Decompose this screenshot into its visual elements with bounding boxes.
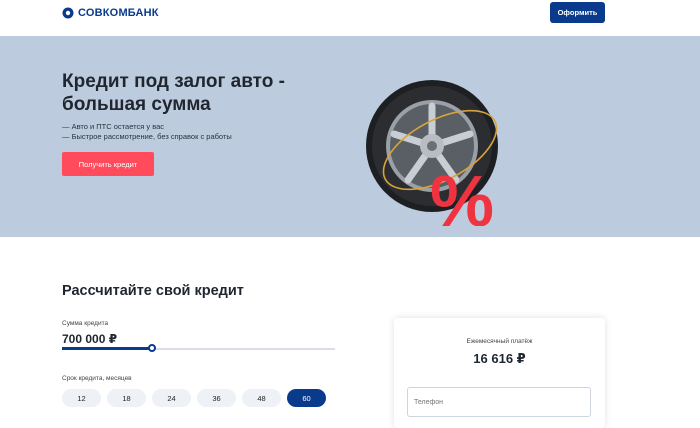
term-option-60[interactable]: 60 — [287, 389, 326, 407]
get-credit-button[interactable]: Получить кредит — [62, 152, 154, 176]
credit-sum-slider-fill — [62, 347, 153, 350]
monthly-payment-label: Ежемесячный платёж — [466, 338, 533, 345]
logo[interactable]: СОВКОМБАНК — [62, 6, 159, 20]
term-option-48[interactable]: 48 — [242, 389, 281, 407]
credit-sum-slider-handle[interactable] — [148, 344, 157, 352]
logo-text: СОВКОМБАНК — [78, 7, 159, 19]
credit-sum-value[interactable]: 700 000 ₽ — [62, 332, 117, 346]
term-option-18[interactable]: 18 — [107, 389, 146, 407]
hero-bullet-2: — Быстрое рассмотрение, без справок с ра… — [62, 132, 232, 141]
term-option-12[interactable]: 12 — [62, 389, 101, 407]
percent-glyph: % — [430, 162, 494, 226]
car-wheel-illustration: % — [366, 80, 498, 226]
hero-bullet-1: — Авто и ПТС остается у вас — [62, 122, 165, 131]
result-card: Ежемесячный платёж 16 616 ₽ — [394, 318, 605, 428]
phone-input[interactable] — [407, 387, 591, 417]
hero-banner: Кредит под залог авто - большая сумма — … — [0, 36, 700, 237]
credit-sum-label: Сумма кредита — [62, 320, 109, 327]
credit-term-options: 12 18 24 36 48 60 — [62, 389, 326, 407]
monthly-payment-value: 16 616 ₽ — [473, 351, 526, 366]
calculator-title: Рассчитайте свой кредит — [62, 283, 244, 299]
sovcombank-logo-icon — [62, 7, 74, 19]
site-header: СОВКОМБАНК Оформить — [0, 0, 700, 36]
credit-term-label: Срок кредита, месяцев — [62, 375, 132, 382]
term-option-24[interactable]: 24 — [152, 389, 191, 407]
hero-title: Кредит под залог авто - большая сумма — [62, 71, 285, 115]
term-option-36[interactable]: 36 — [197, 389, 236, 407]
apply-button[interactable]: Оформить — [550, 2, 605, 23]
